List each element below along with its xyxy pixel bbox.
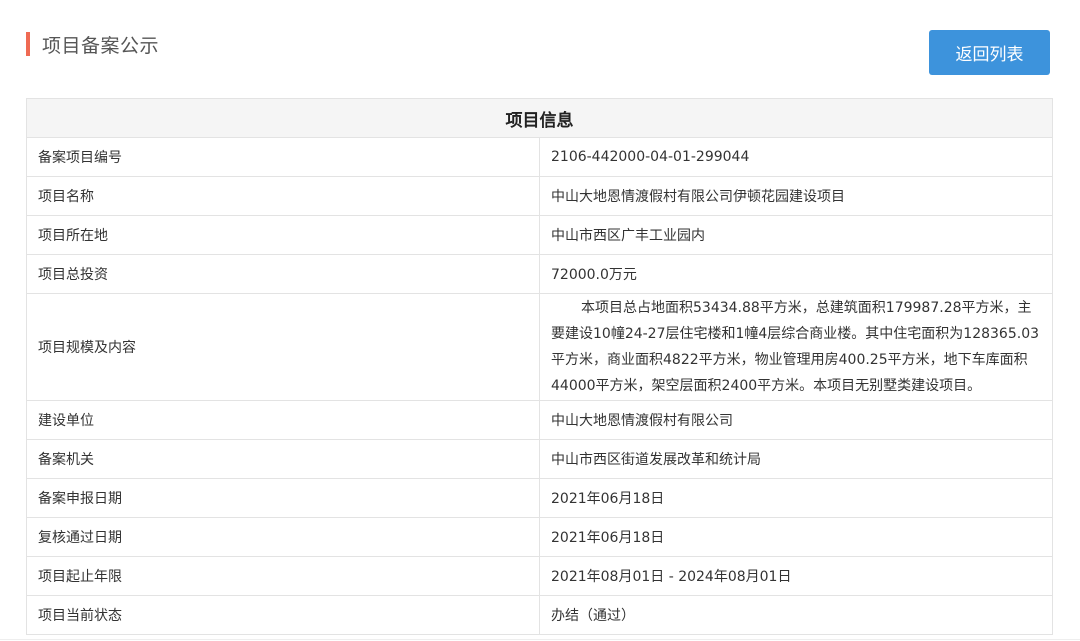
- row-label-filing-number: 备案项目编号: [26, 137, 540, 177]
- table-row: 建设单位 中山大地恩情渡假村有限公司: [26, 400, 1053, 440]
- row-value-status: 办结（通过）: [539, 595, 1053, 635]
- row-value-filing-date: 2021年06月18日: [539, 478, 1053, 518]
- row-label-project-name: 项目名称: [26, 176, 540, 216]
- row-value-location: 中山市西区广丰工业园内: [539, 215, 1053, 255]
- table-row: 备案项目编号 2106-442000-04-01-299044: [26, 137, 1053, 177]
- row-value-total-investment: 72000.0万元: [539, 254, 1053, 294]
- table-row: 复核通过日期 2021年06月18日: [26, 517, 1053, 557]
- title-accent-bar: [26, 32, 30, 56]
- row-label-period: 项目起止年限: [26, 556, 540, 596]
- project-info-table: 项目信息 备案项目编号 2106-442000-04-01-299044 项目名…: [26, 98, 1053, 635]
- table-row: 项目当前状态 办结（通过）: [26, 595, 1053, 635]
- page-header: 项目备案公示: [26, 29, 159, 59]
- table-row: 项目名称 中山大地恩情渡假村有限公司伊顿花园建设项目: [26, 176, 1053, 216]
- row-label-status: 项目当前状态: [26, 595, 540, 635]
- table-row: 项目所在地 中山市西区广丰工业园内: [26, 215, 1053, 255]
- row-label-location: 项目所在地: [26, 215, 540, 255]
- table-row: 备案机关 中山市西区街道发展改革和统计局: [26, 439, 1053, 479]
- row-label-total-investment: 项目总投资: [26, 254, 540, 294]
- row-value-review-date: 2021年06月18日: [539, 517, 1053, 557]
- table-title: 项目信息: [26, 98, 1053, 138]
- row-value-filing-authority: 中山市西区街道发展改革和统计局: [539, 439, 1053, 479]
- row-value-builder: 中山大地恩情渡假村有限公司: [539, 400, 1053, 440]
- table-row: 项目总投资 72000.0万元: [26, 254, 1053, 294]
- row-label-filing-date: 备案申报日期: [26, 478, 540, 518]
- table-header-row: 项目信息: [26, 98, 1053, 138]
- scale-content-text: 本项目总占地面积53434.88平方米，总建筑面积179987.28平方米，主要…: [551, 300, 1040, 394]
- page: 项目备案公示 返回列表 项目信息 备案项目编号 2106-442000-04-0…: [0, 0, 1080, 641]
- table-row: 项目起止年限 2021年08月01日 - 2024年08月01日: [26, 556, 1053, 596]
- row-value-project-name: 中山大地恩情渡假村有限公司伊顿花园建设项目: [539, 176, 1053, 216]
- bottom-divider: [0, 639, 1080, 640]
- table-row: 项目规模及内容 本项目总占地面积53434.88平方米，总建筑面积179987.…: [26, 293, 1053, 401]
- row-value-period: 2021年08月01日 - 2024年08月01日: [539, 556, 1053, 596]
- back-to-list-button[interactable]: 返回列表: [929, 30, 1050, 75]
- page-title: 项目备案公示: [42, 34, 160, 57]
- row-value-scale-content: 本项目总占地面积53434.88平方米，总建筑面积179987.28平方米，主要…: [539, 293, 1053, 401]
- row-label-builder: 建设单位: [26, 400, 540, 440]
- table-row: 备案申报日期 2021年06月18日: [26, 478, 1053, 518]
- row-label-review-date: 复核通过日期: [26, 517, 540, 557]
- row-value-filing-number: 2106-442000-04-01-299044: [539, 137, 1053, 177]
- row-label-filing-authority: 备案机关: [26, 439, 540, 479]
- row-label-scale-content: 项目规模及内容: [26, 293, 540, 401]
